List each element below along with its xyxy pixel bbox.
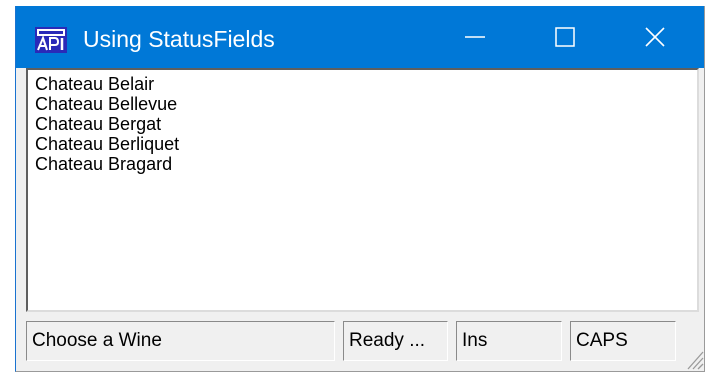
api-app-icon[interactable]: [35, 27, 67, 53]
resize-grip-icon[interactable]: [684, 346, 704, 370]
list-item[interactable]: Chateau Berliquet: [28, 134, 697, 154]
list-item[interactable]: Chateau Bellevue: [28, 94, 697, 114]
insert-mode-panel: Ins: [456, 321, 562, 361]
minimize-icon: [465, 36, 485, 38]
list-item[interactable]: Chateau Belair: [28, 74, 697, 94]
maximize-icon: [555, 27, 575, 47]
caps-lock-panel: CAPS: [570, 321, 676, 361]
minimize-button[interactable]: [430, 6, 520, 68]
window-title: Using StatusFields: [83, 26, 275, 52]
close-icon: [645, 27, 665, 47]
list-item[interactable]: Chateau Bragard: [28, 154, 697, 174]
list-item[interactable]: Chateau Bergat: [28, 114, 697, 134]
status-state-panel: Ready ...: [343, 321, 448, 361]
app-window: Using StatusFields Chateau Belair Chatea…: [15, 6, 705, 372]
status-message-panel: Choose a Wine: [26, 321, 335, 361]
title-bar[interactable]: Using StatusFields: [16, 6, 704, 68]
close-button[interactable]: [610, 6, 700, 68]
maximize-button[interactable]: [520, 6, 610, 68]
wine-listbox[interactable]: Chateau Belair Chateau Bellevue Chateau …: [26, 68, 699, 312]
status-bar: Choose a Wine Ready ... Ins CAPS: [16, 317, 704, 372]
